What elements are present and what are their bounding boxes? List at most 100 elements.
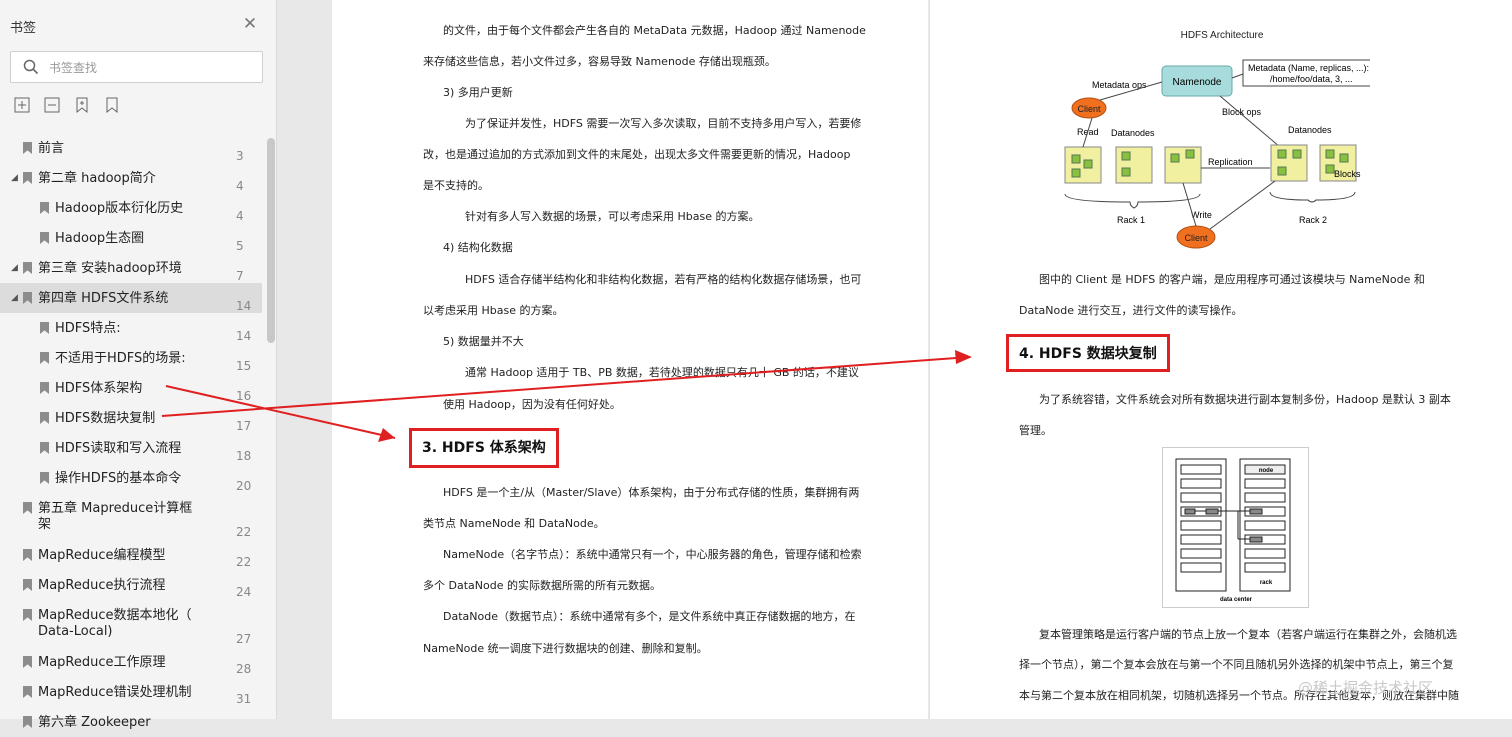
body-line: 改，也是通过追加的方式添加到文件的末尾处，出现太多文件需要更新的情况，Hadoo… [423,148,851,161]
bookmark-icon [23,686,32,698]
block [1071,168,1081,178]
close-icon[interactable]: ✕ [241,15,259,33]
expand-arrow-icon[interactable]: ◢ [11,283,18,313]
client-bottom-label: Client [1184,233,1208,243]
body-line: DataNode（数据节点）：系统中通常有多个，是文件系统中真正存储数据的地方，… [443,610,856,623]
bookmark-sidebar: 书签 ✕ 前言3◢第二章 hadoop简介4Hadoop版本衍化历史4Hadoo… [0,0,277,730]
block [1277,149,1287,159]
section-heading-4[interactable]: 4. HDFS 数据块复制 [1006,334,1170,372]
bookmark-icon [23,656,32,668]
block [1083,159,1093,169]
sidebar-item-label: HDFS读取和写入流程 [55,441,182,456]
body-line: 类节点 NameNode 和 DataNode。 [423,517,605,530]
bookmark-icon [23,579,32,591]
sidebar-item-5[interactable]: ◢ 第三章 安装hadoop环境 7 [0,253,262,283]
rack2-brace [1269,191,1356,203]
client-top-label: Client [1077,104,1101,114]
sidebar-item-4[interactable]: Hadoop生态圈 5 [0,223,262,253]
section-heading-3[interactable]: 3. HDFS 体系架构 [409,428,559,468]
expand-arrow-icon[interactable]: ◢ [11,163,18,193]
node-label: node [1259,468,1274,474]
sidebar-item-9[interactable]: HDFS体系架构 16 [0,373,262,403]
sidebar-item-17[interactable]: MapReduce工作原理 28 [0,647,262,677]
rack2-label: Rack 2 [1299,215,1327,225]
bookmark-icon[interactable] [104,97,124,117]
block [1277,166,1287,176]
bookmark-icon [23,609,32,621]
sidebar-item-label: MapReduce工作原理 [38,655,166,670]
sidebar-item-page: 18 [236,449,252,463]
bookmark-icon [40,382,49,394]
sidebar-item-label: 操作HDFS的基本命令 [55,471,182,486]
sidebar-item-13[interactable]: 第五章 Mapreduce计算框架 22 [0,493,262,540]
search-input[interactable] [49,58,249,78]
sidebar-item-8[interactable]: 不适用于HDFS的场景: 15 [0,343,262,373]
sidebar-item-19[interactable]: 第六章 Zookeeper [0,707,262,737]
sidebar-item-18[interactable]: MapReduce错误处理机制 31 [0,677,262,707]
bookmark-icon [23,172,32,184]
bookmark-icon [40,232,49,244]
body-line: HDFS 适合存储半结构化和非结构化数据，若有严格的结构化数据存储场景，也可 [465,273,862,286]
sidebar-item-10[interactable]: HDFS数据块复制 17 [0,403,262,433]
write-link [1209,180,1276,230]
data-center-label: data center [1220,597,1253,603]
body-line: 管理。 [1019,424,1052,437]
sidebar-item-page: 3 [236,149,244,163]
sidebar-item-7[interactable]: HDFS特点: 14 [0,313,262,343]
sidebar-item-page: 5 [236,239,244,253]
expand-arrow-icon[interactable]: ◢ [11,253,18,283]
sidebar-item-6[interactable]: ◢ 第四章 HDFS文件系统 14 [0,283,262,313]
sidebar-item-label: MapReduce错误处理机制 [38,685,192,700]
datanodes-right-label: Datanodes [1288,125,1332,135]
body-line: 使用 Hadoop，因为没有任何好处。 [443,398,621,411]
list-heading: 4) 结构化数据 [443,241,513,254]
search-box[interactable] [10,51,263,83]
sidebar-item-label: Hadoop生态圈 [55,231,145,246]
add-bookmark-icon[interactable] [74,97,94,117]
sidebar-item-page: 24 [236,585,252,599]
sidebar-item-1[interactable]: 前言 3 [0,133,262,163]
block [1071,154,1081,164]
expand-all-icon[interactable] [14,97,34,117]
block [1121,167,1131,177]
list-heading: 3) 多用户更新 [443,86,513,99]
sidebar-item-label: MapReduce编程模型 [38,548,166,563]
body-line: NameNode（名字节点）：系统中通常只有一个，中心服务器的角色，管理存储和检… [443,548,862,561]
block [1170,153,1180,163]
block [1325,164,1335,174]
collapse-all-icon[interactable] [44,97,64,117]
block [1292,149,1302,159]
sidebar-item-3[interactable]: Hadoop版本衍化历史 4 [0,193,262,223]
sidebar-item-15[interactable]: MapReduce执行流程 24 [0,570,262,600]
metadata-label: Metadata (Name, replicas, ...): [1248,63,1369,73]
sidebar-item-page: 28 [236,662,252,676]
sidebar-item-16[interactable]: MapReduce数据本地化（ Data-Local) 27 [0,600,262,647]
sidebar-item-page: 31 [236,692,252,706]
sidebar-item-page: 22 [236,525,252,539]
sidebar-item-14[interactable]: MapReduce编程模型 22 [0,540,262,570]
bookmark-icon [40,442,49,454]
watermark: @稀土掘金技术社区 [1298,679,1434,697]
block-ops-link [1219,95,1281,148]
sidebar-item-12[interactable]: 操作HDFS的基本命令 20 [0,463,262,493]
body-line: 图中的 Client 是 HDFS 的客户端，是应用程序可通过该模块与 Name… [1039,273,1425,286]
sidebar-scrollbar[interactable] [267,138,275,343]
bookmark-icon [23,292,32,304]
list-heading: 5) 数据量并不大 [443,335,524,348]
metadata-link [1231,73,1244,79]
sidebar-item-page: 7 [236,269,244,283]
sidebar-item-2[interactable]: ◢ 第二章 hadoop简介 4 [0,163,262,193]
sidebar-item-11[interactable]: HDFS读取和写入流程 18 [0,433,262,463]
sidebar-item-label: 不适用于HDFS的场景: [55,351,186,366]
sidebar-item-page: 4 [236,209,244,223]
sidebar-item-label-cont: 架 [38,517,52,532]
body-line: 针对有多人写入数据的场景，可以考虑采用 Hbase 的方案。 [465,210,760,223]
sidebar-item-label: 第六章 Zookeeper [38,715,151,730]
datanodes-left-label: Datanodes [1111,128,1155,138]
sidebar-item-label: MapReduce执行流程 [38,578,166,593]
namenode-label: Namenode [1173,77,1222,88]
block [1325,149,1335,159]
page-gutter [277,0,332,719]
sidebar-item-page: 20 [236,479,252,493]
bookmark-icon [40,412,49,424]
